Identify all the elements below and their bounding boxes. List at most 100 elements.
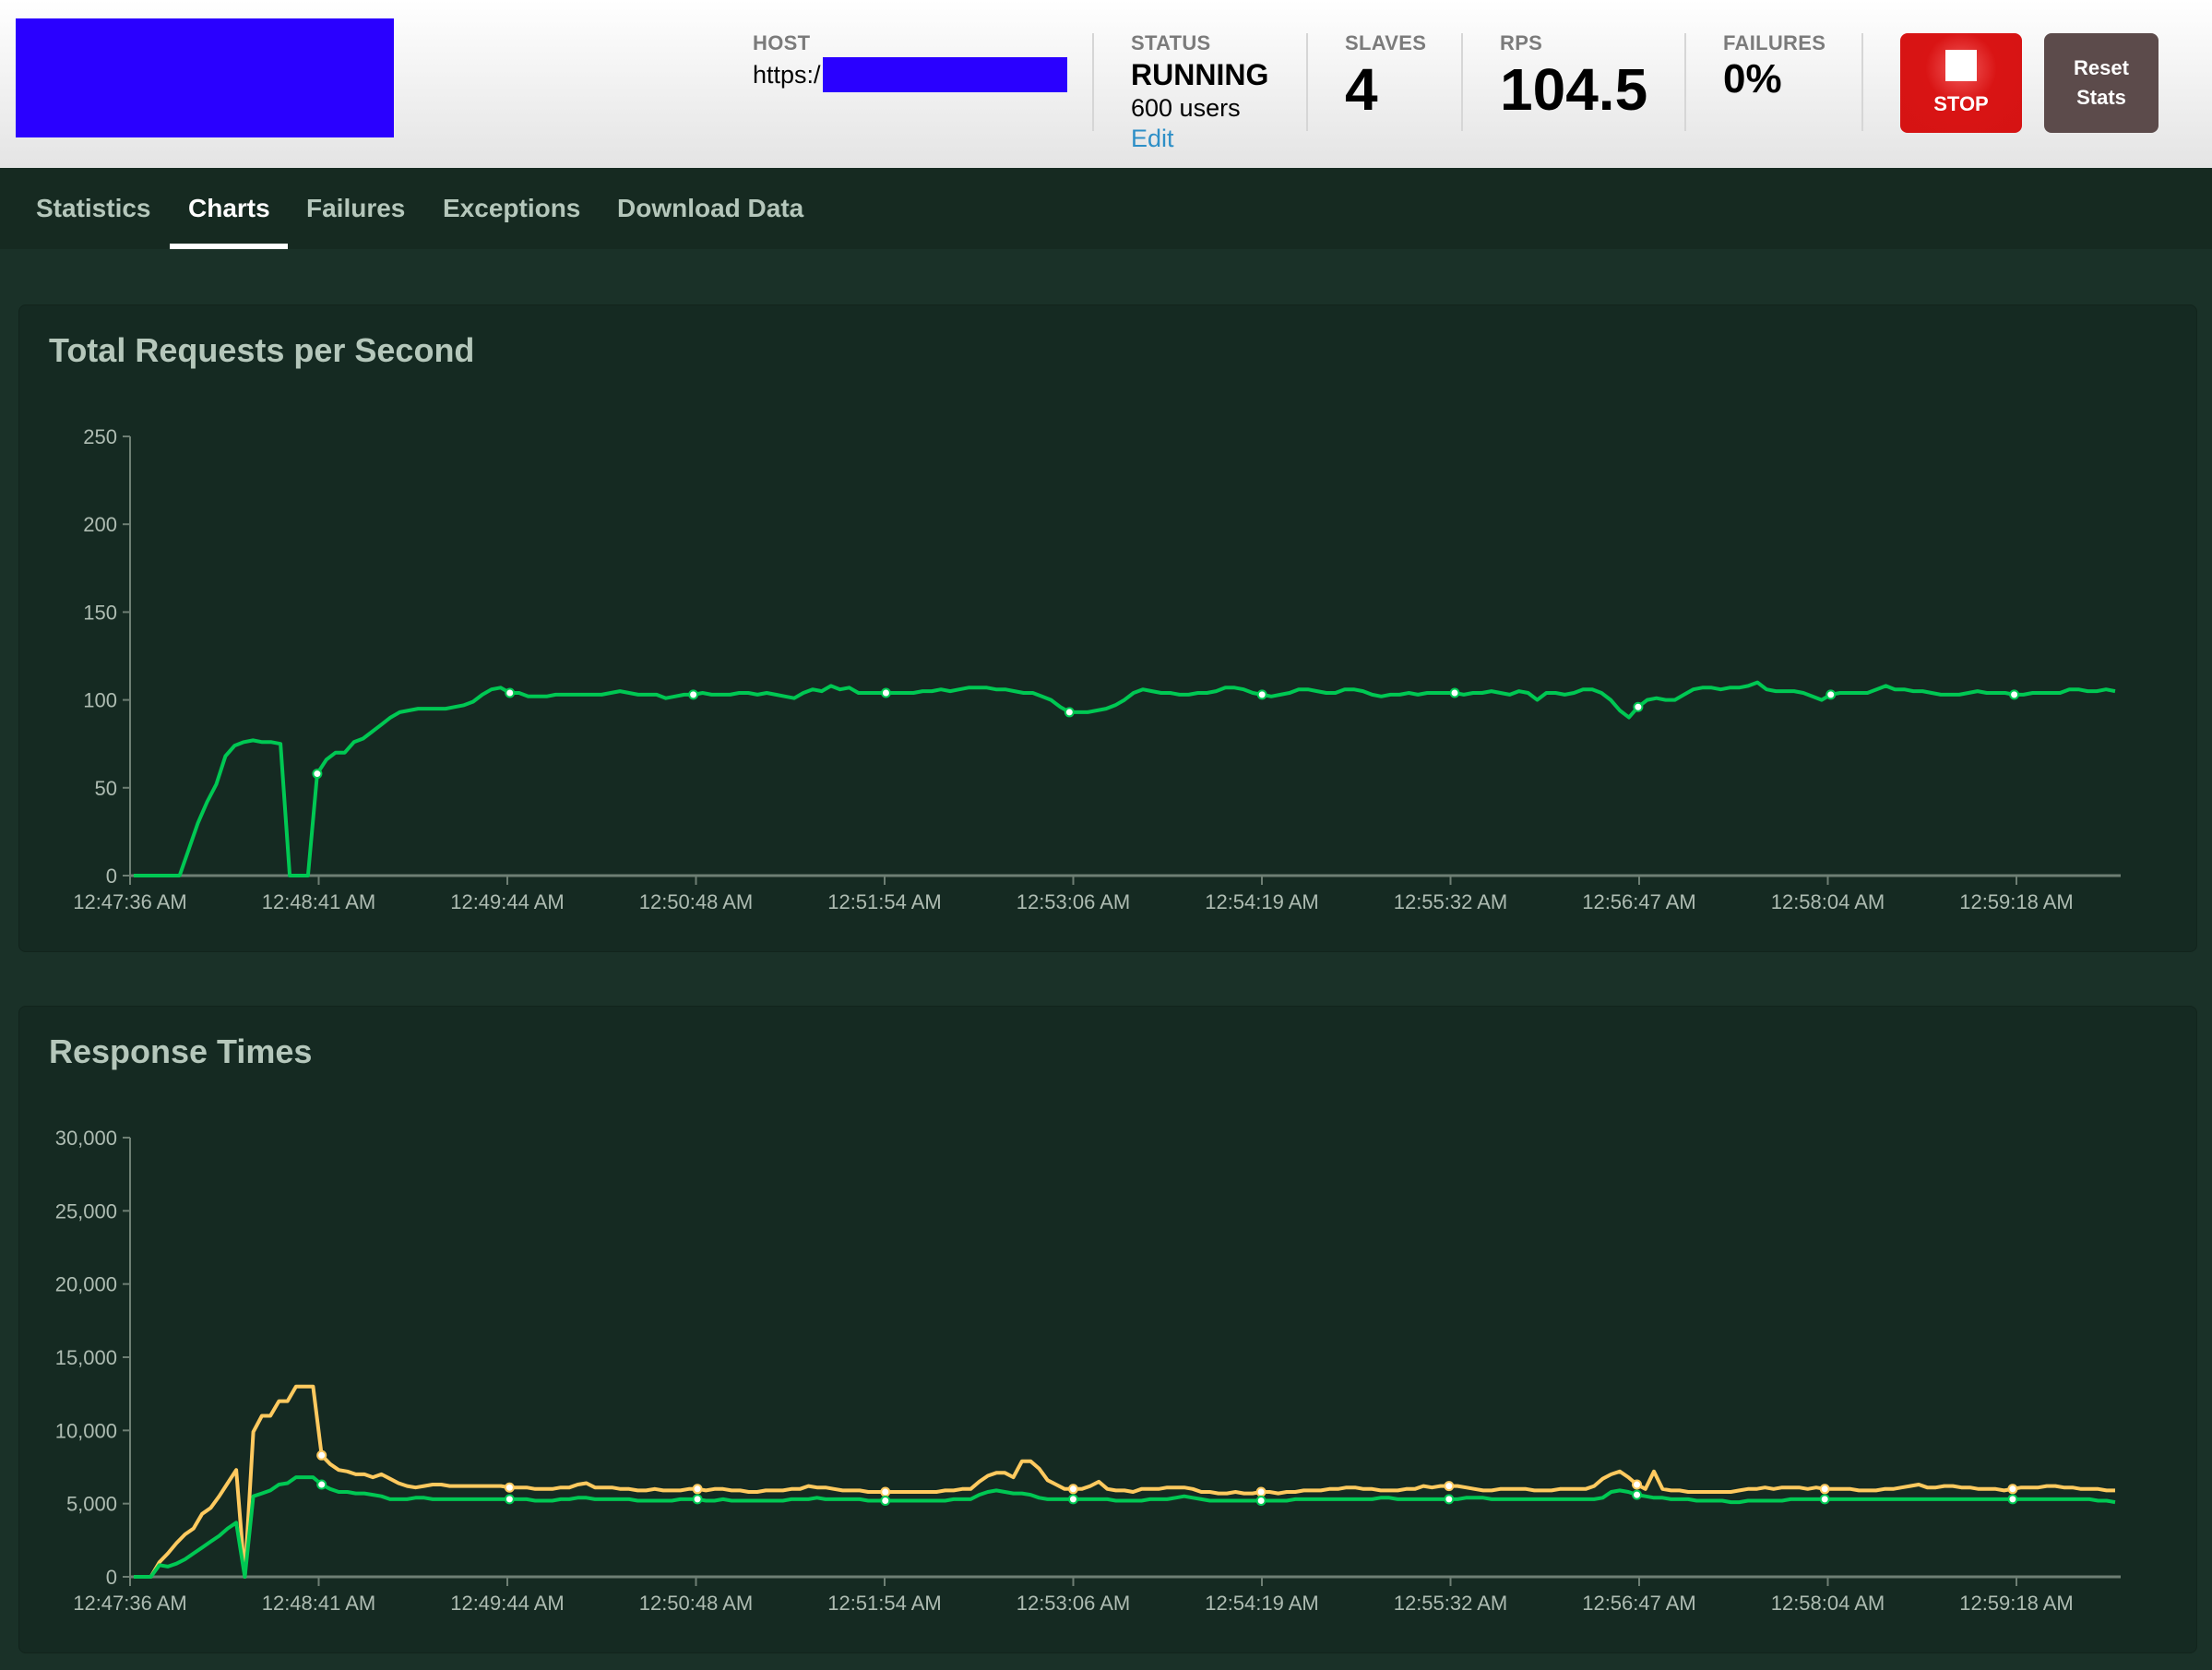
host-value-prefix: https:/ xyxy=(753,60,821,89)
divider xyxy=(1092,33,1094,131)
data-point-marker xyxy=(880,1495,891,1506)
data-point-marker xyxy=(1255,1486,1267,1497)
tab-exceptions[interactable]: Exceptions xyxy=(443,194,580,223)
data-point-marker xyxy=(312,769,323,780)
data-point-marker xyxy=(2007,1484,2018,1495)
stop-label: STOP xyxy=(1933,92,1989,115)
x-tick-label: 12:48:41 AM xyxy=(262,1592,376,1615)
status-value: RUNNING xyxy=(1131,58,1269,91)
rps-stat: RPS 104.5 xyxy=(1500,31,1648,123)
data-point-marker xyxy=(1825,689,1837,700)
x-tick-label: 12:53:06 AM xyxy=(1017,1592,1131,1615)
x-tick-label: 12:47:36 AM xyxy=(73,890,187,913)
y-tick-label: 20,000 xyxy=(55,1273,117,1296)
x-tick-label: 12:50:48 AM xyxy=(639,1592,754,1615)
tab-failures[interactable]: Failures xyxy=(306,194,405,223)
data-point-marker xyxy=(1067,1484,1078,1495)
host-value: https:/ xyxy=(753,57,1067,92)
x-tick-label: 12:54:19 AM xyxy=(1205,1592,1319,1615)
active-tab-indicator xyxy=(170,244,288,249)
rps-label: RPS xyxy=(1500,31,1543,54)
data-point-marker xyxy=(504,1482,515,1493)
y-tick-label: 150 xyxy=(83,601,117,624)
x-tick-label: 12:49:44 AM xyxy=(450,1592,565,1615)
y-tick-label: 30,000 xyxy=(55,1127,117,1150)
top-header: HOST https:/ STATUS RUNNING 600 users Ed… xyxy=(0,0,2212,168)
reset-label-line2: Stats xyxy=(2076,86,2126,109)
logo-redacted xyxy=(16,18,394,137)
slaves-label: SLAVES xyxy=(1345,31,1427,54)
x-tick-label: 12:59:18 AM xyxy=(1959,1592,2074,1615)
x-tick-label: 12:56:47 AM xyxy=(1582,890,1696,913)
failures-value: 0% xyxy=(1723,56,1782,101)
data-point-marker xyxy=(1255,1495,1267,1506)
data-point-marker xyxy=(1632,1479,1643,1490)
x-tick-label: 12:56:47 AM xyxy=(1582,1592,1696,1615)
x-tick-label: 12:51:54 AM xyxy=(827,890,942,913)
x-tick-label: 12:54:19 AM xyxy=(1205,890,1319,913)
divider xyxy=(1461,33,1463,131)
x-tick-label: 12:53:06 AM xyxy=(1017,890,1131,913)
rps-value: 104.5 xyxy=(1500,56,1648,123)
data-point-marker xyxy=(1067,1494,1078,1505)
x-tick-label: 12:50:48 AM xyxy=(639,890,754,913)
rps-chart: 0 50 100 150 200 250 12:47:36 AM 12:48:41 AM 12:… xyxy=(73,425,2121,913)
tab-statistics[interactable]: Statistics xyxy=(36,194,151,223)
y-tick-label: 250 xyxy=(83,425,117,448)
data-point-marker xyxy=(504,1494,515,1505)
data-point-marker xyxy=(1444,1481,1455,1492)
reset-stats-button[interactable]: Reset Stats xyxy=(2044,33,2158,133)
series-line-95th-percentile xyxy=(134,1384,2115,1579)
data-point-marker xyxy=(1632,1489,1643,1500)
slaves-value: 4 xyxy=(1345,56,1378,123)
data-point-marker xyxy=(1256,689,1267,700)
host-label: HOST xyxy=(753,31,811,54)
data-point-marker xyxy=(2009,689,2020,700)
x-tick-label: 12:49:44 AM xyxy=(450,890,565,913)
data-point-marker xyxy=(316,1479,327,1490)
y-tick-label: 5,000 xyxy=(66,1493,117,1516)
y-tick-label: 0 xyxy=(106,1566,117,1589)
host-stat: HOST https:/ xyxy=(753,31,1067,92)
reset-label-line1: Reset xyxy=(2074,56,2129,79)
y-tick-label: 200 xyxy=(83,513,117,536)
series-line-rps xyxy=(134,680,2116,877)
failures-stat: FAILURES 0% xyxy=(1723,31,1825,100)
divider xyxy=(1684,33,1686,131)
rps-chart-panel: Total Requests per Second 0 50 100 150 200 25… xyxy=(18,304,2197,952)
user-count: 600 users xyxy=(1131,94,1241,122)
host-redacted xyxy=(822,57,1067,92)
y-tick-label: 100 xyxy=(83,689,117,712)
main-nav: Statistics Charts Failures Exceptions Do… xyxy=(0,168,2212,249)
data-point-marker xyxy=(505,687,516,698)
x-tick-label: 12:59:18 AM xyxy=(1959,890,2074,913)
x-tick-label: 12:47:36 AM xyxy=(73,1592,187,1615)
divider xyxy=(1861,33,1863,131)
data-point-marker xyxy=(1444,1494,1455,1505)
data-point-marker xyxy=(1449,687,1460,698)
divider xyxy=(1306,33,1308,131)
edit-users-link[interactable]: Edit xyxy=(1131,125,1268,153)
stop-square-icon xyxy=(1945,50,1977,81)
response-times-chart: 0 5,000 10,000 15,000 20,000 25,000 30,000 12:4… xyxy=(55,1127,2121,1615)
x-tick-label: 12:51:54 AM xyxy=(827,1592,942,1615)
x-tick-label: 12:55:32 AM xyxy=(1394,890,1508,913)
status-stat: STATUS RUNNING 600 users Edit xyxy=(1131,31,1268,153)
y-tick-label: 10,000 xyxy=(55,1419,117,1442)
status-label: STATUS xyxy=(1131,31,1211,54)
tab-charts[interactable]: Charts xyxy=(188,194,270,223)
y-tick-label: 50 xyxy=(95,777,117,800)
data-point-marker xyxy=(880,1486,891,1497)
data-point-marker xyxy=(1819,1494,1830,1505)
y-tick-label: 25,000 xyxy=(55,1199,117,1223)
x-tick-label: 12:48:41 AM xyxy=(262,890,376,913)
x-tick-label: 12:55:32 AM xyxy=(1394,1592,1508,1615)
x-tick-label: 12:58:04 AM xyxy=(1771,890,1885,913)
data-point-marker xyxy=(2007,1494,2018,1505)
data-point-marker xyxy=(880,687,891,698)
tab-download-data[interactable]: Download Data xyxy=(617,194,803,223)
data-point-marker xyxy=(692,1484,703,1495)
slaves-stat: SLAVES 4 xyxy=(1345,31,1427,123)
y-tick-label: 0 xyxy=(106,865,117,888)
stop-button[interactable]: STOP xyxy=(1900,33,2022,133)
